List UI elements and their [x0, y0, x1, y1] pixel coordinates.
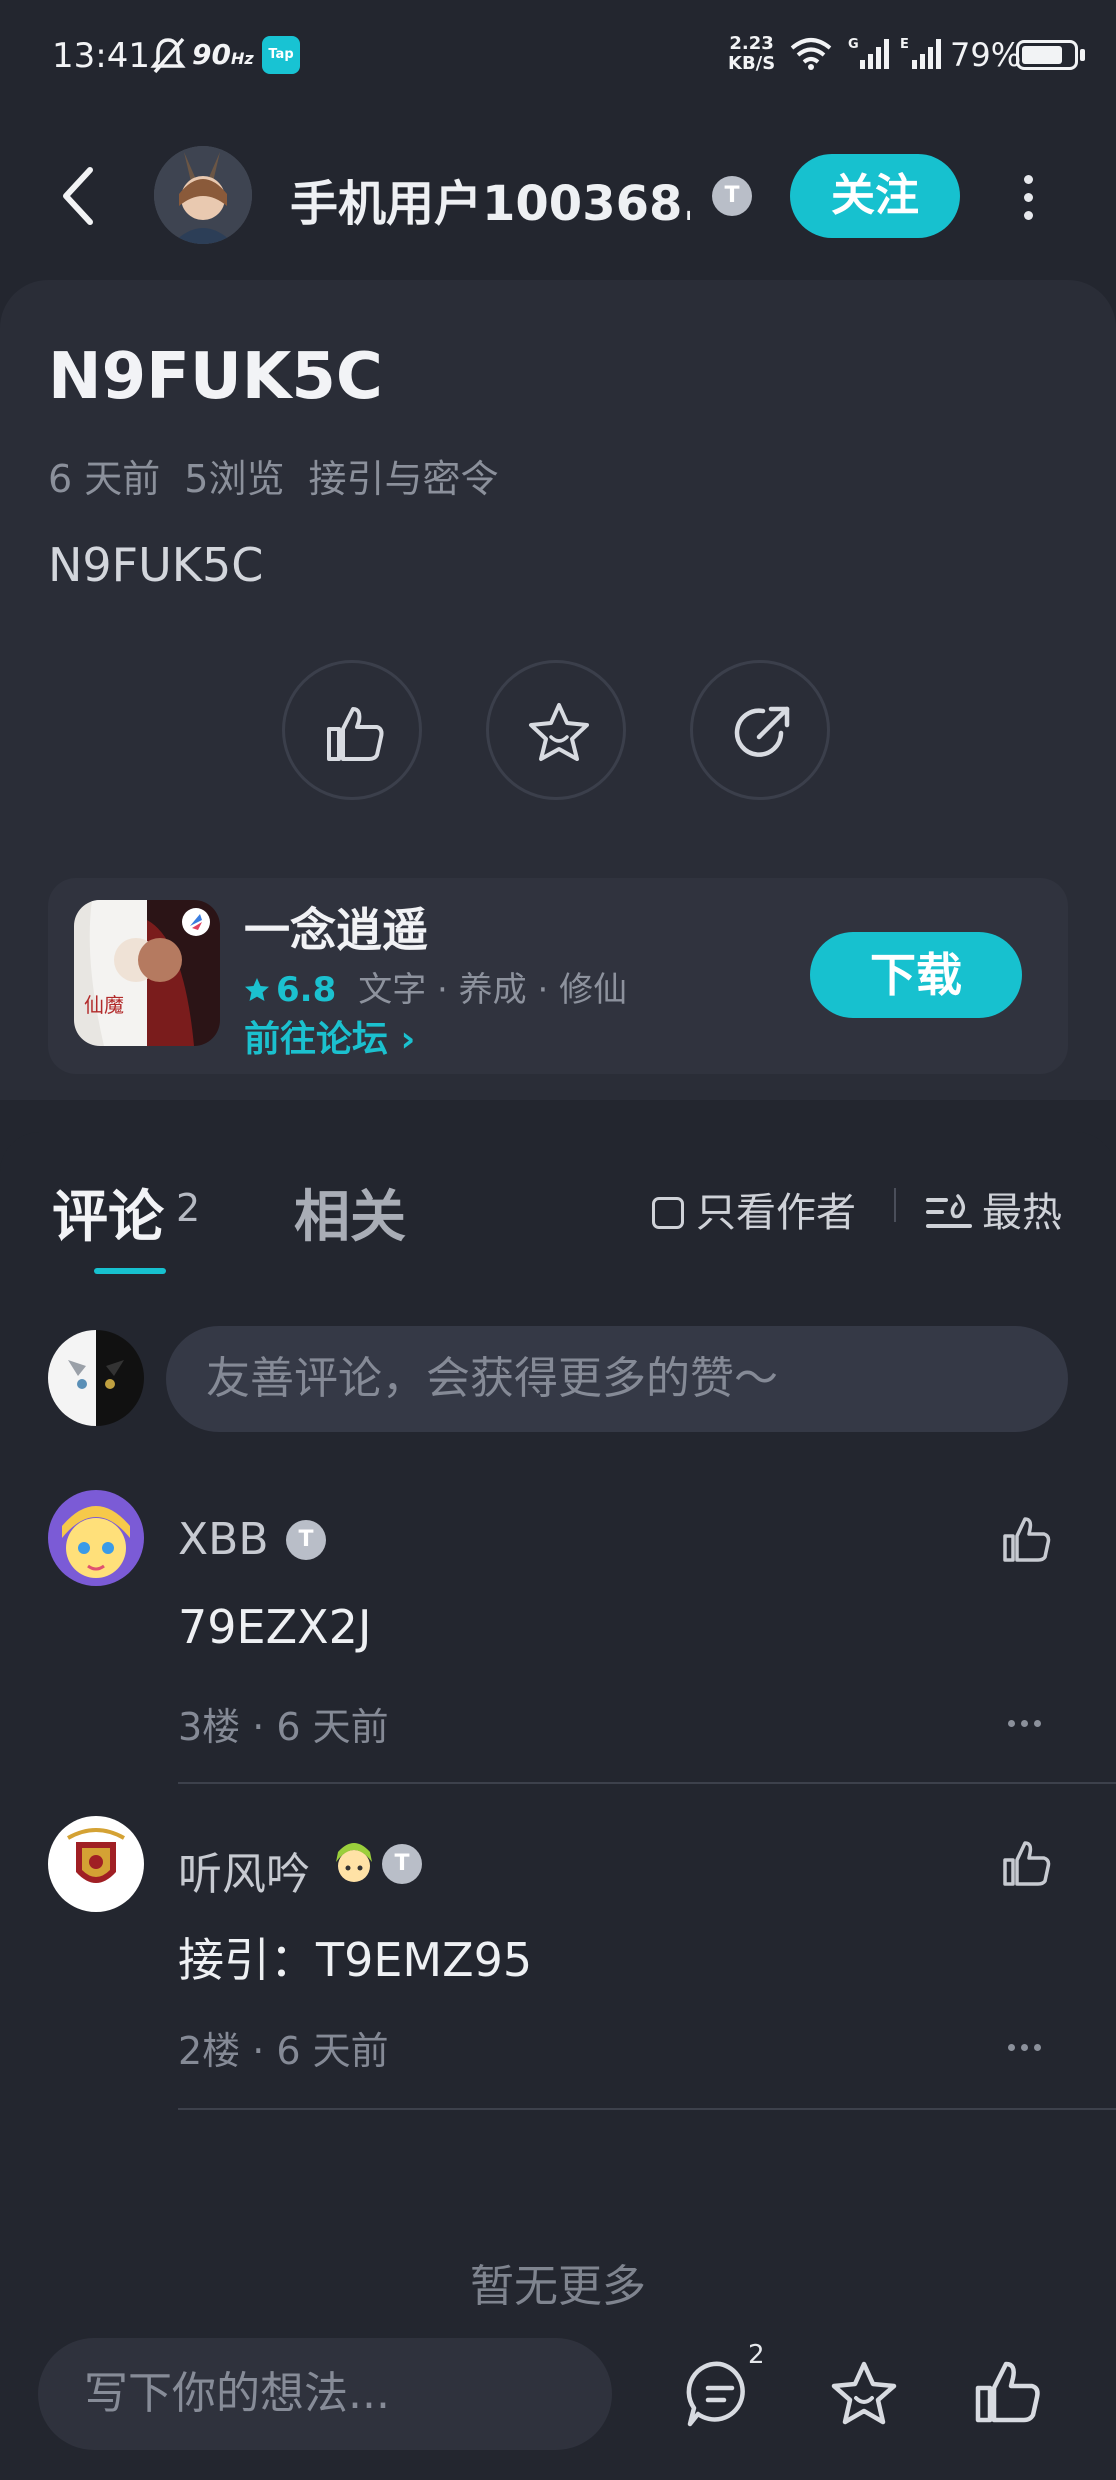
post-category[interactable]: 接引与密令	[308, 457, 498, 501]
level-badge-icon: T	[286, 1520, 326, 1560]
thumbs-up-icon[interactable]	[1000, 1836, 1054, 1890]
star-icon	[529, 703, 589, 761]
wifi-icon	[790, 38, 832, 70]
cell-signal-icon: G	[848, 37, 889, 69]
star-icon[interactable]	[828, 2358, 900, 2430]
commenter-name[interactable]: 听风吟	[178, 1838, 310, 1902]
author-name[interactable]: 手机用户100368...	[290, 164, 690, 234]
thumbs-up-icon[interactable]	[972, 2356, 1044, 2428]
comment-divider	[178, 1782, 1116, 1784]
post-body: N9FUK5C	[48, 538, 264, 592]
comment-meta: 2楼 · 6 天前	[178, 2029, 389, 2073]
share-icon	[734, 706, 790, 757]
level-badge-icon: T	[712, 176, 752, 216]
comment-divider	[178, 2108, 1116, 2110]
comment-input[interactable]: 友善评论，会获得更多的赞～	[166, 1326, 1068, 1432]
comment-more-icon[interactable]	[1008, 1712, 1052, 1727]
favorite-button[interactable]	[486, 660, 626, 800]
author-only-toggle[interactable]: 只看作者	[652, 1180, 856, 1238]
game-rating-row: 6.8 文字 · 养成 · 修仙	[244, 962, 627, 1011]
commenter-avatar[interactable]	[48, 1490, 144, 1586]
network-speed: 2.23 KB/S	[728, 33, 776, 74]
comment-more-icon[interactable]	[1008, 2036, 1052, 2051]
svg-text:G: G	[848, 37, 859, 52]
like-button[interactable]	[282, 660, 422, 800]
sort-hot-button[interactable]: 最热	[926, 1180, 1062, 1238]
comment-bubble-icon[interactable]	[684, 2358, 756, 2430]
post-views: 5浏览	[184, 457, 285, 501]
status-time: 13:41	[52, 36, 150, 76]
commenter-avatar[interactable]	[48, 1816, 144, 1912]
thumbs-up-icon[interactable]	[1000, 1512, 1054, 1566]
level-badge-icon: T	[382, 1844, 422, 1884]
download-button[interactable]: 下载	[810, 932, 1022, 1018]
star-filled-icon	[245, 978, 269, 1001]
thumbs-up-icon	[327, 707, 384, 761]
battery-percent: 79%	[950, 36, 1022, 74]
tab-comments[interactable]: 评论	[52, 1172, 164, 1253]
divider	[894, 1188, 896, 1222]
sort-icon	[926, 1194, 972, 1228]
back-arrow-icon[interactable]	[52, 160, 108, 232]
status-bar: 13:41 90Hz Tap 2.23 KB/S G E 79%	[0, 0, 1116, 110]
game-score: 6.8	[276, 970, 337, 1010]
share-button[interactable]	[690, 660, 830, 800]
active-tab-indicator	[94, 1268, 166, 1274]
battery-icon	[1016, 40, 1078, 70]
comment-text: 79EZX2J	[178, 1600, 372, 1654]
game-icon[interactable]: 仙魔	[74, 900, 220, 1046]
refresh-rate: 90Hz	[192, 38, 254, 71]
svg-text:E: E	[900, 37, 909, 52]
author-avatar[interactable]	[154, 146, 252, 244]
my-avatar	[48, 1330, 144, 1426]
checkbox-icon[interactable]	[652, 1197, 684, 1229]
battery-tip	[1080, 49, 1085, 61]
mute-bell-icon	[150, 37, 186, 74]
follow-button[interactable]: 关注	[790, 154, 960, 238]
taptap-notification-icon: Tap	[262, 36, 300, 74]
game-name[interactable]: 一念逍遥	[244, 894, 428, 960]
comment-count-badge: 2	[748, 2340, 765, 2370]
comment-meta: 3楼 · 6 天前	[178, 1705, 389, 1749]
emoji-icon	[336, 1843, 372, 1882]
post-meta: 6 天前 5浏览 接引与密令	[48, 448, 522, 503]
comments-count: 2	[176, 1186, 201, 1230]
write-thought-input[interactable]: 写下你的想法...	[38, 2338, 612, 2450]
cell-signal-icon: E	[900, 37, 941, 69]
svg-text:仙魔: 仙魔	[84, 993, 124, 1017]
more-options-icon[interactable]	[1010, 170, 1046, 220]
comment-text: 接引：T9EMZ95	[178, 1933, 533, 1987]
tab-related[interactable]: 相关	[294, 1172, 406, 1253]
no-more-label: 暂无更多	[470, 2261, 646, 2312]
commenter-name[interactable]: XBB	[178, 1514, 269, 1565]
post-title: N9FUK5C	[48, 340, 383, 414]
post-time: 6 天前	[48, 457, 161, 501]
go-to-forum-link[interactable]: 前往论坛 ›	[244, 1010, 415, 1062]
game-tags: 文字 · 养成 · 修仙	[358, 970, 628, 1010]
